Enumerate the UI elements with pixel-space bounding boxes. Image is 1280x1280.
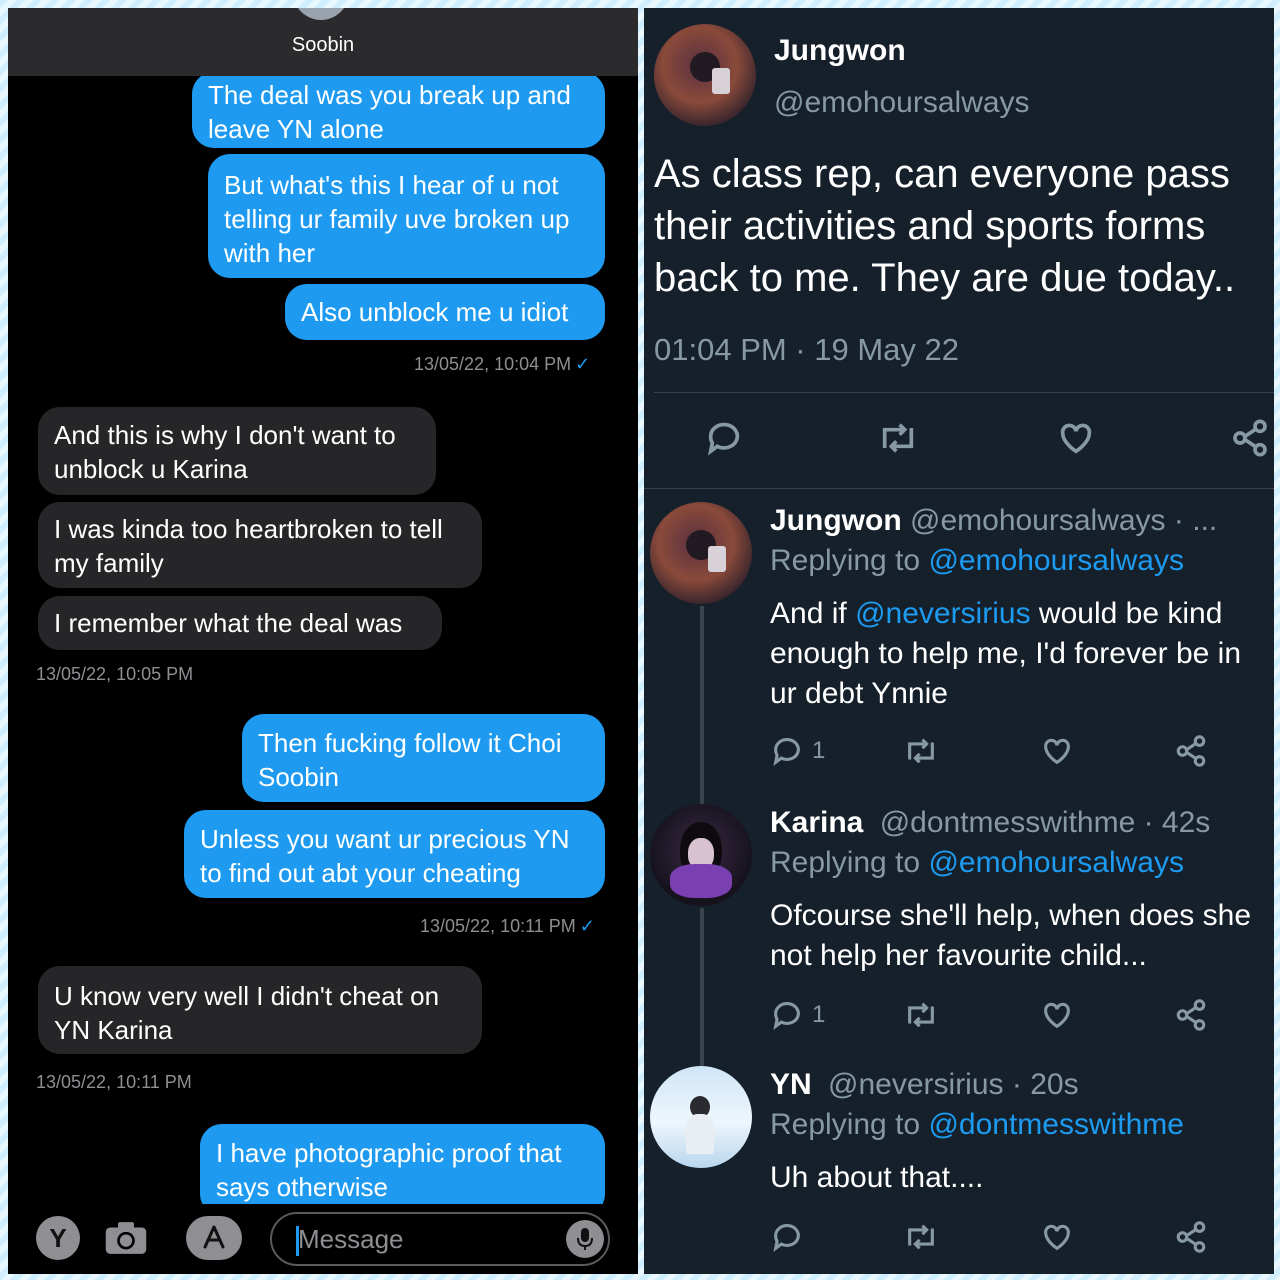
appstore-icon[interactable] [186, 1216, 242, 1260]
share-button[interactable] [1174, 1220, 1208, 1254]
retweet-button[interactable] [902, 1220, 940, 1254]
mention-link[interactable]: @emohoursalways [928, 846, 1184, 879]
reply-icon [773, 1224, 800, 1253]
replying-to: Replying to @emohoursalways [770, 846, 1184, 879]
tweet-text: As class rep, can everyone pass their ac… [654, 152, 1236, 300]
memoji-icon[interactable]: Y [36, 1216, 80, 1260]
heart-icon [1044, 1002, 1070, 1029]
author-handle[interactable]: @neversirius [828, 1068, 1004, 1101]
divider [654, 392, 1274, 393]
tweet-age: · ... [1173, 504, 1218, 537]
retweet-icon [882, 423, 914, 453]
heart-icon [1044, 738, 1070, 765]
author-name[interactable]: Karina [770, 806, 863, 839]
share-button[interactable] [1174, 998, 1208, 1032]
like-button[interactable] [1040, 734, 1074, 768]
thread-line [700, 606, 704, 806]
reply-button[interactable] [704, 418, 744, 458]
retweet-icon [908, 1002, 934, 1028]
conversation-header: Soobin [8, 8, 638, 76]
reply-button[interactable]: 1 [770, 734, 825, 768]
message-bubble-sent[interactable]: I have photographic proof that says othe… [200, 1124, 605, 1216]
message-bubble-sent[interactable]: Unless you want ur precious YN to find o… [184, 810, 605, 898]
message-timestamp: 13/05/22, 10:11 PM [36, 1072, 192, 1092]
divider [644, 488, 1274, 489]
author-handle[interactable]: @emohoursalways [774, 86, 1030, 120]
retweet-button[interactable] [902, 734, 940, 768]
tweet-text: And if @neversirius would be kind enough… [770, 597, 1242, 710]
message-timestamp: 13/05/22, 10:11 PM ✓ [420, 916, 595, 936]
avatar[interactable] [650, 1066, 752, 1168]
message-timestamp: 13/05/22, 10:05 PM [36, 664, 194, 684]
message-timestamp: 13/05/22, 10:04 PM ✓ [414, 354, 591, 374]
avatar[interactable] [650, 502, 752, 604]
text-caret [296, 1226, 299, 1256]
imessage-panel: The deal was you break up and leave YN a… [8, 8, 638, 1274]
retweet-button[interactable] [876, 418, 920, 458]
reply-header: YN @neversirius · 20s [770, 1068, 1079, 1102]
author-name[interactable]: YN [770, 1068, 812, 1101]
like-button[interactable] [1040, 1220, 1074, 1254]
mention-link[interactable]: @dontmesswithme [928, 1108, 1184, 1141]
message-bubble-sent[interactable]: Then fucking follow it Choi Soobin [242, 714, 605, 802]
tweet-text: Uh about that.... [770, 1161, 984, 1194]
replying-to: Replying to @emohoursalways [770, 544, 1184, 577]
message-bubble-received[interactable]: I was kinda too heartbroken to tell my f… [38, 502, 482, 588]
reply-header: Karina @dontmesswithme · 42s [770, 806, 1210, 840]
share-icon [1233, 419, 1267, 457]
mention-link[interactable]: @emohoursalways [928, 544, 1184, 577]
reply-button[interactable]: 1 [770, 998, 825, 1032]
reply-header: Jungwon @emohoursalways · ... [770, 504, 1217, 538]
author-name[interactable]: Jungwon [770, 504, 902, 537]
message-bubble-sent[interactable]: Also unblock me u idiot [285, 284, 605, 340]
retweet-icon [908, 1224, 934, 1250]
reply-icon [773, 738, 800, 767]
message-bubble-received[interactable]: U know very well I didn't cheat on YN Ka… [38, 966, 482, 1054]
tweet-age: · 42s [1143, 806, 1211, 839]
heart-icon [1060, 423, 1092, 454]
message-placeholder: Message [298, 1224, 404, 1254]
mention-link[interactable]: @neversirius [855, 597, 1031, 630]
like-button[interactable] [1040, 998, 1074, 1032]
retweet-icon [908, 738, 934, 764]
share-button[interactable] [1230, 418, 1270, 458]
message-bubble-received[interactable]: And this is why I don't want to unblock … [38, 407, 436, 495]
share-icon [1176, 735, 1206, 767]
contact-avatar[interactable] [293, 8, 349, 20]
replying-to: Replying to @dontmesswithme [770, 1108, 1184, 1141]
reply-count: 1 [812, 1001, 826, 1028]
avatar[interactable] [654, 24, 756, 126]
message-input[interactable]: Message [270, 1212, 610, 1266]
share-icon [1176, 999, 1206, 1031]
twitter-panel: Jungwon @emohoursalways As class rep, ca… [644, 8, 1274, 1274]
tweet-text: Ofcourse she'll help, when does she not … [770, 899, 1252, 972]
reply-count: 1 [812, 737, 826, 764]
tweet-timestamp: 01:04 PM · 19 May 22 [654, 332, 959, 367]
contact-name[interactable]: Soobin [8, 34, 638, 57]
message-bubble-sent[interactable]: The deal was you break up and leave YN a… [192, 72, 605, 148]
author-handle[interactable]: @dontmesswithme [880, 806, 1136, 839]
heart-icon [1044, 1224, 1070, 1251]
message-bubble-sent[interactable]: But what's this I hear of u not telling … [208, 154, 605, 278]
microphone-icon[interactable] [566, 1220, 604, 1258]
author-handle[interactable]: @emohoursalways [910, 504, 1166, 537]
like-button[interactable] [1056, 418, 1096, 458]
reply-icon [773, 1002, 800, 1031]
tweet-age: · 20s [1011, 1068, 1079, 1101]
camera-icon[interactable] [104, 1216, 148, 1260]
reply-icon [707, 422, 740, 456]
message-bubble-received[interactable]: I remember what the deal was [38, 596, 442, 650]
avatar[interactable] [650, 804, 752, 906]
share-icon [1176, 1221, 1206, 1253]
share-button[interactable] [1174, 734, 1208, 768]
reply-button[interactable] [770, 1220, 804, 1254]
thread-line [700, 908, 704, 1066]
retweet-button[interactable] [902, 998, 940, 1032]
author-name[interactable]: Jungwon [774, 34, 906, 68]
